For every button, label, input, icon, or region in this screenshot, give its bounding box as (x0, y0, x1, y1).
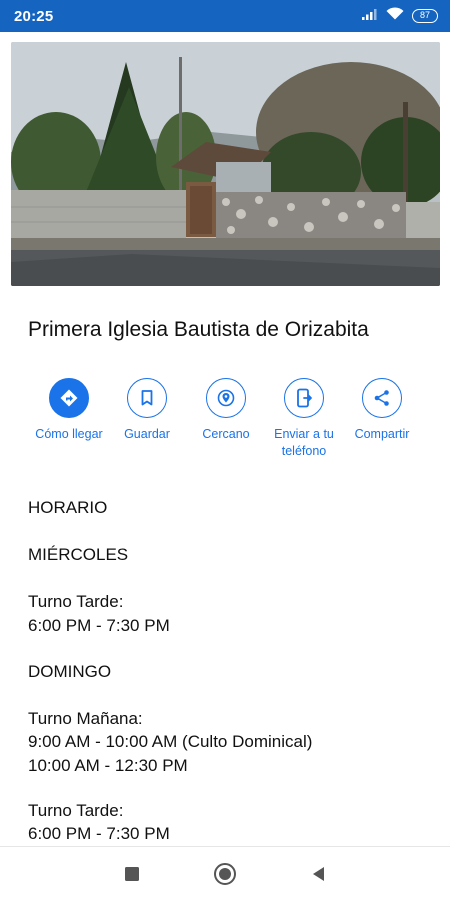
navigation-bar (0, 846, 450, 900)
street-view-photo[interactable] (11, 42, 440, 286)
sunday-morning-time-1: 9:00 AM - 10:00 AM (Culto Dominical) (28, 732, 313, 751)
battery-icon: 87 (412, 9, 438, 23)
send-to-phone-icon (284, 378, 324, 418)
action-row: Cómo llegar Guardar Cercano Enviar a tu … (0, 378, 450, 468)
wednesday-shift-label: Turno Tarde: (28, 592, 124, 611)
sunday-day: DOMINGO (28, 662, 112, 681)
status-icons: 87 (362, 7, 438, 25)
schedule-heading: HORARIO (28, 498, 108, 517)
sunday-afternoon-label: Turno Tarde: (28, 801, 124, 820)
status-bar: 20:25 87 (0, 0, 450, 32)
send-to-phone-label-line1: Enviar a tu (274, 427, 334, 441)
sunday-morning-label: Turno Mañana: (28, 709, 143, 728)
wednesday-day: MIÉRCOLES (28, 545, 129, 564)
recents-icon[interactable] (119, 861, 145, 887)
status-time: 20:25 (14, 8, 54, 25)
share-icon (362, 378, 402, 418)
share-label: Compartir (354, 427, 410, 441)
wifi-icon (386, 7, 404, 25)
back-icon[interactable] (305, 861, 331, 887)
sunday-morning-time-2: 10:00 AM - 12:30 PM (28, 756, 188, 775)
send-to-phone-label-line2: teléfono (281, 444, 327, 458)
nearby-icon (206, 378, 246, 418)
wednesday-shift-time: 6:00 PM - 7:30 PM (28, 616, 170, 635)
signal-icon (362, 7, 378, 25)
sunday-afternoon-time: 6:00 PM - 7:30 PM (28, 824, 170, 843)
share-button[interactable]: Compartir (336, 378, 428, 443)
bookmark-icon (127, 378, 167, 418)
place-title: Primera Iglesia Bautista de Orizabita (28, 318, 369, 341)
home-icon[interactable] (212, 861, 238, 887)
directions-icon (49, 378, 89, 418)
